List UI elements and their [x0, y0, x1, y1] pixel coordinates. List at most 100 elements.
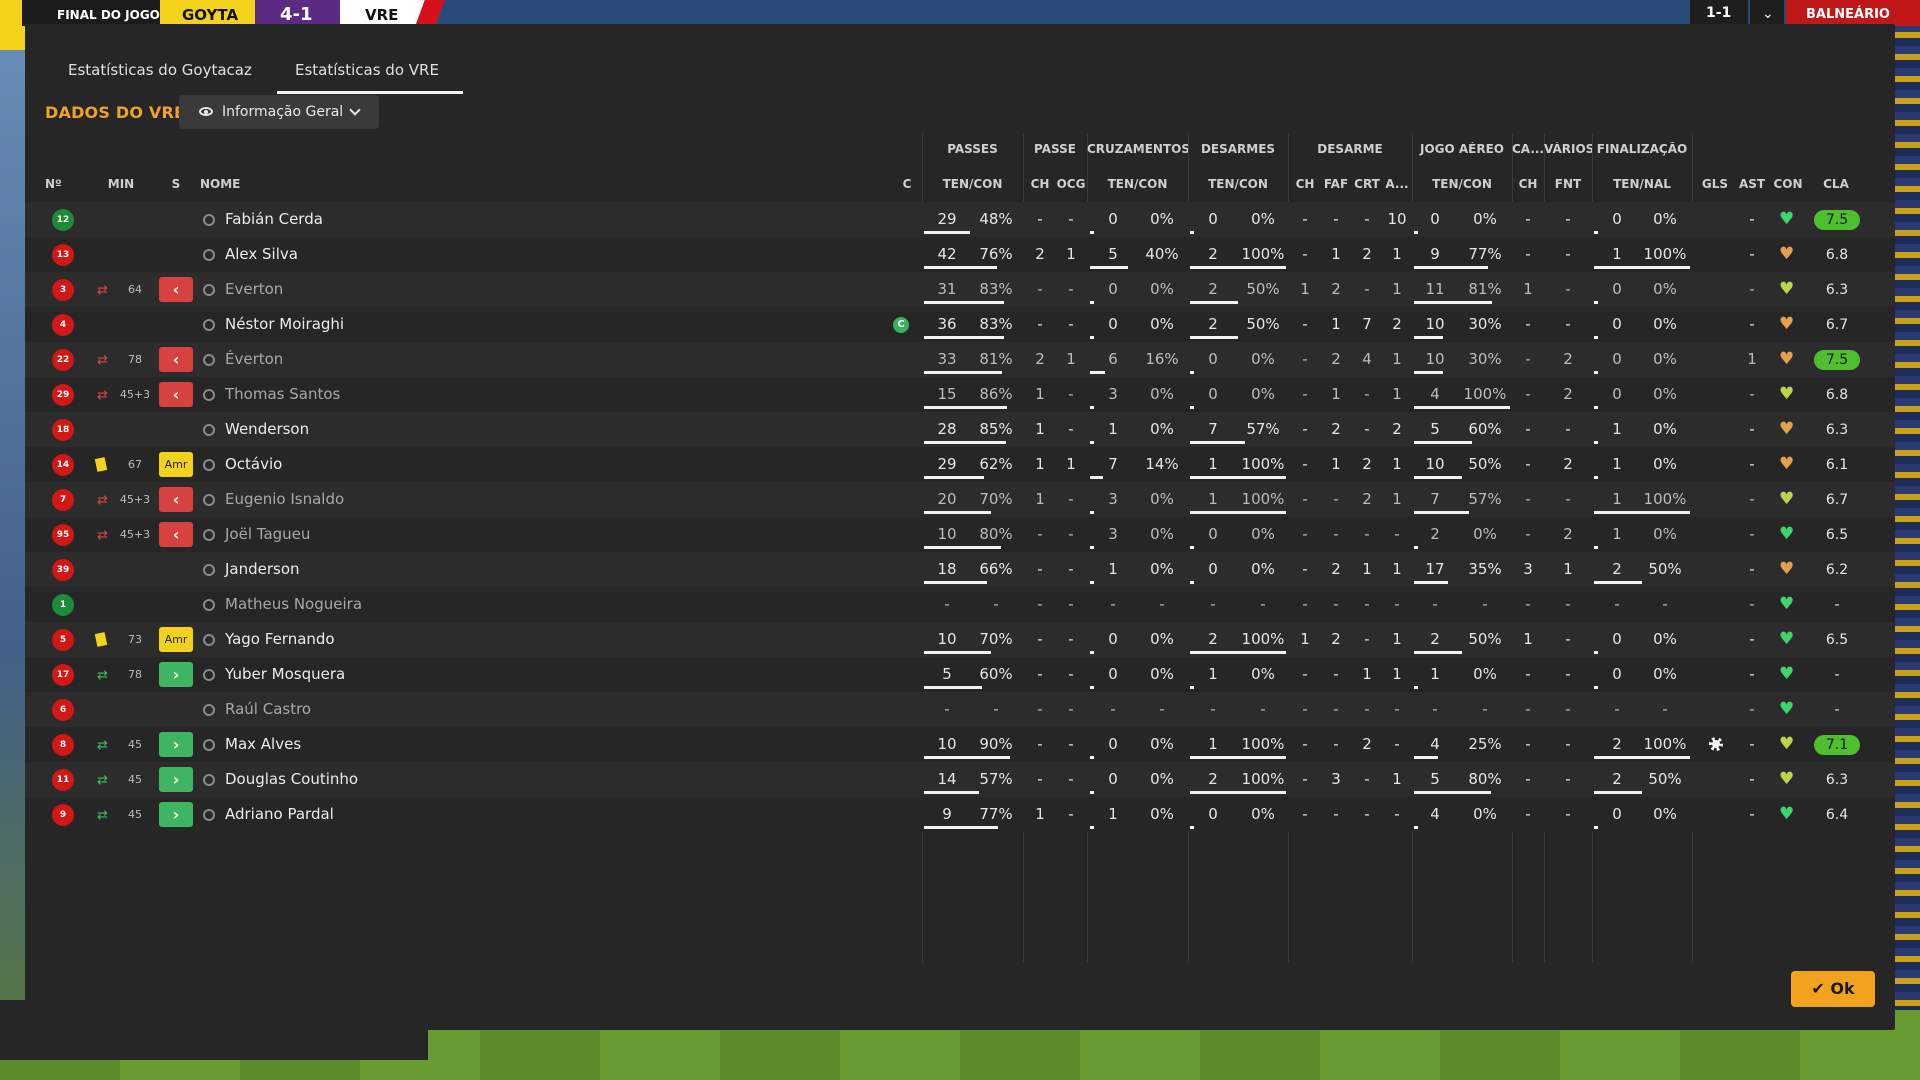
- sub-in-button[interactable]: ›: [159, 802, 193, 827]
- player-name[interactable]: Éverton: [225, 342, 283, 377]
- table-row[interactable]: 8 ⇄ 45 › Max Alves 10 90% - -0 0% 1 100% - -2-4 25% - -2…: [25, 727, 1895, 762]
- header-cla[interactable]: CLA: [1818, 177, 1854, 191]
- player-profile-icon[interactable]: [203, 774, 215, 786]
- header-des-a[interactable]: A...: [1382, 177, 1412, 191]
- sub-out-button[interactable]: ‹: [159, 277, 193, 302]
- player-profile-icon[interactable]: [203, 529, 215, 541]
- player-profile-icon[interactable]: [203, 494, 215, 506]
- header-c[interactable]: C: [898, 177, 916, 191]
- player-profile-icon[interactable]: [203, 389, 215, 401]
- header-name[interactable]: NOME: [200, 177, 260, 191]
- player-profile-icon[interactable]: [203, 669, 215, 681]
- header-num[interactable]: Nº: [45, 177, 69, 191]
- header-finalizacao[interactable]: TEN/NAL: [1592, 177, 1692, 191]
- sub-in-button[interactable]: ›: [159, 732, 193, 757]
- player-profile-icon[interactable]: [203, 564, 215, 576]
- header-passe-ocg[interactable]: OCG: [1055, 177, 1087, 191]
- player-name[interactable]: Néstor Moiraghi: [225, 307, 344, 342]
- table-row[interactable]: 13 Alex Silva 42 76% 2 1 5 40% 2 100% -1 2 1 9 77% - -1 1…: [25, 237, 1895, 272]
- player-profile-icon[interactable]: [203, 704, 215, 716]
- table-row[interactable]: 14 67 Amr Octávio 29 62% 1 1 7 14% 1 100% -1 2 1 10 50% -…: [25, 447, 1895, 482]
- player-profile-icon[interactable]: [203, 424, 215, 436]
- table-row[interactable]: 7 ⇄ 45+3 ‹ Eugenio Isnaldo 20 70% 1-3 0% 1 100% - -2…: [25, 482, 1895, 517]
- stat-cell-d-a: 2: [1392, 315, 1402, 333]
- header-des-faf[interactable]: FAF: [1320, 177, 1352, 191]
- player-profile-icon[interactable]: [203, 319, 215, 331]
- player-name[interactable]: Fabián Cerda: [225, 202, 323, 237]
- header-min[interactable]: MIN: [100, 177, 142, 191]
- player-name[interactable]: Matheus Nogueira: [225, 587, 362, 622]
- table-row[interactable]: 6 Raúl Castro - - - - - - - - - - - - - - - - - - - ♥ -: [25, 692, 1895, 727]
- scoreboard-bar: FINAL DO JOGO GOYTA 4-1 VRE 1-1 ⌄ BALNEÁ…: [0, 0, 1920, 50]
- header-fnt[interactable]: FNT: [1544, 177, 1592, 191]
- player-name[interactable]: Douglas Coutinho: [225, 762, 358, 797]
- player-name[interactable]: Alex Silva: [225, 237, 298, 272]
- header-cruzamentos[interactable]: TEN/CON: [1087, 177, 1188, 191]
- player-name[interactable]: Yuber Mosquera: [225, 657, 345, 692]
- player-name[interactable]: Max Alves: [225, 727, 301, 762]
- player-profile-icon[interactable]: [203, 249, 215, 261]
- header-des-crt[interactable]: CRT: [1352, 177, 1382, 191]
- header-ca-ch[interactable]: CH: [1512, 177, 1544, 191]
- player-name[interactable]: Octávio: [225, 447, 282, 482]
- table-row[interactable]: 39 Janderson 18 66% - -1 0% 0 0% -2 1 1 17 35% 3 1 2 50% -…: [25, 552, 1895, 587]
- player-profile-icon[interactable]: [203, 739, 215, 751]
- player-profile-icon[interactable]: [203, 599, 215, 611]
- chevron-down-icon[interactable]: ⌄: [1750, 0, 1784, 26]
- sub-in-button[interactable]: ›: [159, 767, 193, 792]
- table-row[interactable]: 29 ⇄ 45+3 ‹ Thomas Santos 15 86% 1-3 0% 0 0% -1-1 4 1…: [25, 377, 1895, 412]
- player-name[interactable]: Thomas Santos: [225, 377, 340, 412]
- player-name[interactable]: Wenderson: [225, 412, 309, 447]
- player-name[interactable]: Janderson: [225, 552, 300, 587]
- sub-out-button[interactable]: ‹: [159, 487, 193, 512]
- yellow-card-badge[interactable]: Amr: [159, 627, 193, 652]
- header-con[interactable]: CON: [1770, 177, 1806, 191]
- table-row[interactable]: 9 ⇄ 45 › Adriano Pardal 9 77% 1-1 0% 0 0% - - - -4 0% - -…: [25, 797, 1895, 832]
- ok-button[interactable]: ✔ Ok: [1791, 971, 1875, 1007]
- header-jogo-aereo[interactable]: TEN/CON: [1412, 177, 1512, 191]
- player-name[interactable]: Raúl Castro: [225, 692, 311, 727]
- table-row[interactable]: 1 Matheus Nogueira - - - - - - - - - - - - - - - - - - - ♥ -: [25, 587, 1895, 622]
- player-profile-icon[interactable]: [203, 214, 215, 226]
- player-name[interactable]: Eugenio Isnaldo: [225, 482, 344, 517]
- success-rate-bar: [1414, 546, 1418, 549]
- header-des-ch[interactable]: CH: [1290, 177, 1320, 191]
- header-passe-ch[interactable]: CH: [1025, 177, 1055, 191]
- header-desarmes[interactable]: TEN/CON: [1188, 177, 1288, 191]
- stat-cell-ast: -: [1749, 455, 1755, 473]
- table-row[interactable]: 95 ⇄ 45+3 ‹ Joël Tagueu 10 80% - -3 0% 0 0% - - - -2 0% -…: [25, 517, 1895, 552]
- table-row[interactable]: 17 ⇄ 78 › Yuber Mosquera 5 60% - -0 0% 1 0% - -1 1 1 0% -…: [25, 657, 1895, 692]
- success-rate-bar: [1190, 581, 1194, 584]
- player-profile-icon[interactable]: [203, 354, 215, 366]
- table-row[interactable]: 18 Wenderson 28 85% 1-1 0% 7 57% -2-2 5 60% - -1 0% - ♥…: [25, 412, 1895, 447]
- header-ast[interactable]: AST: [1734, 177, 1770, 191]
- player-name[interactable]: Yago Fernando: [225, 622, 335, 657]
- sub-out-button[interactable]: ‹: [159, 522, 193, 547]
- yellow-card-badge[interactable]: Amr: [159, 452, 193, 477]
- table-row[interactable]: 5 73 Amr Yago Fernando 10 70% - -0 0% 2 100% 1 2-1 2 5…: [25, 622, 1895, 657]
- header-passes[interactable]: TEN/CON: [922, 177, 1023, 191]
- table-row[interactable]: 4 Néstor Moiraghi C 36 83% - -0 0% 2 50% -1 7 2 10 30%…: [25, 307, 1895, 342]
- header-s[interactable]: S: [166, 177, 186, 191]
- table-row[interactable]: 22 ⇄ 78 ‹ Éverton 33 81% 2 1 6 16% 0 0% -2 4 1 10 30% -2 0 0…: [25, 342, 1895, 377]
- stat-cell-ast: -: [1749, 560, 1755, 578]
- header-gls[interactable]: GLS: [1697, 177, 1733, 191]
- mini-score[interactable]: 1-1: [1690, 0, 1748, 26]
- sub-in-button[interactable]: ›: [159, 662, 193, 687]
- player-profile-icon[interactable]: [203, 459, 215, 471]
- player-profile-icon[interactable]: [203, 634, 215, 646]
- sub-out-button[interactable]: ‹: [159, 347, 193, 372]
- dressing-room-button[interactable]: BALNEÁRIO: [1786, 0, 1920, 26]
- tab-vre-stats[interactable]: Estatísticas do VRE: [277, 36, 463, 94]
- player-name[interactable]: Everton: [225, 272, 283, 307]
- player-profile-icon[interactable]: [203, 284, 215, 296]
- view-dropdown[interactable]: Informação Geral: [179, 95, 379, 129]
- player-name[interactable]: Joël Tagueu: [225, 517, 310, 552]
- table-row[interactable]: 12 Fabián Cerda 29 48% - -0 0% 0 0% - - -10 0 0% - -0 0%…: [25, 202, 1895, 237]
- table-row[interactable]: 3 ⇄ 64 ‹ Everton 31 83% - -0 0% 2 50% 1 2-1 11 81% 1-0 0%…: [25, 272, 1895, 307]
- table-row[interactable]: 11 ⇄ 45 › Douglas Coutinho 14 57% - -0 0% 2 100% -3-…: [25, 762, 1895, 797]
- tab-goytacaz-stats[interactable]: Estatísticas do Goytacaz: [68, 36, 252, 94]
- player-name[interactable]: Adriano Pardal: [225, 797, 334, 832]
- player-profile-icon[interactable]: [203, 809, 215, 821]
- sub-out-button[interactable]: ‹: [159, 382, 193, 407]
